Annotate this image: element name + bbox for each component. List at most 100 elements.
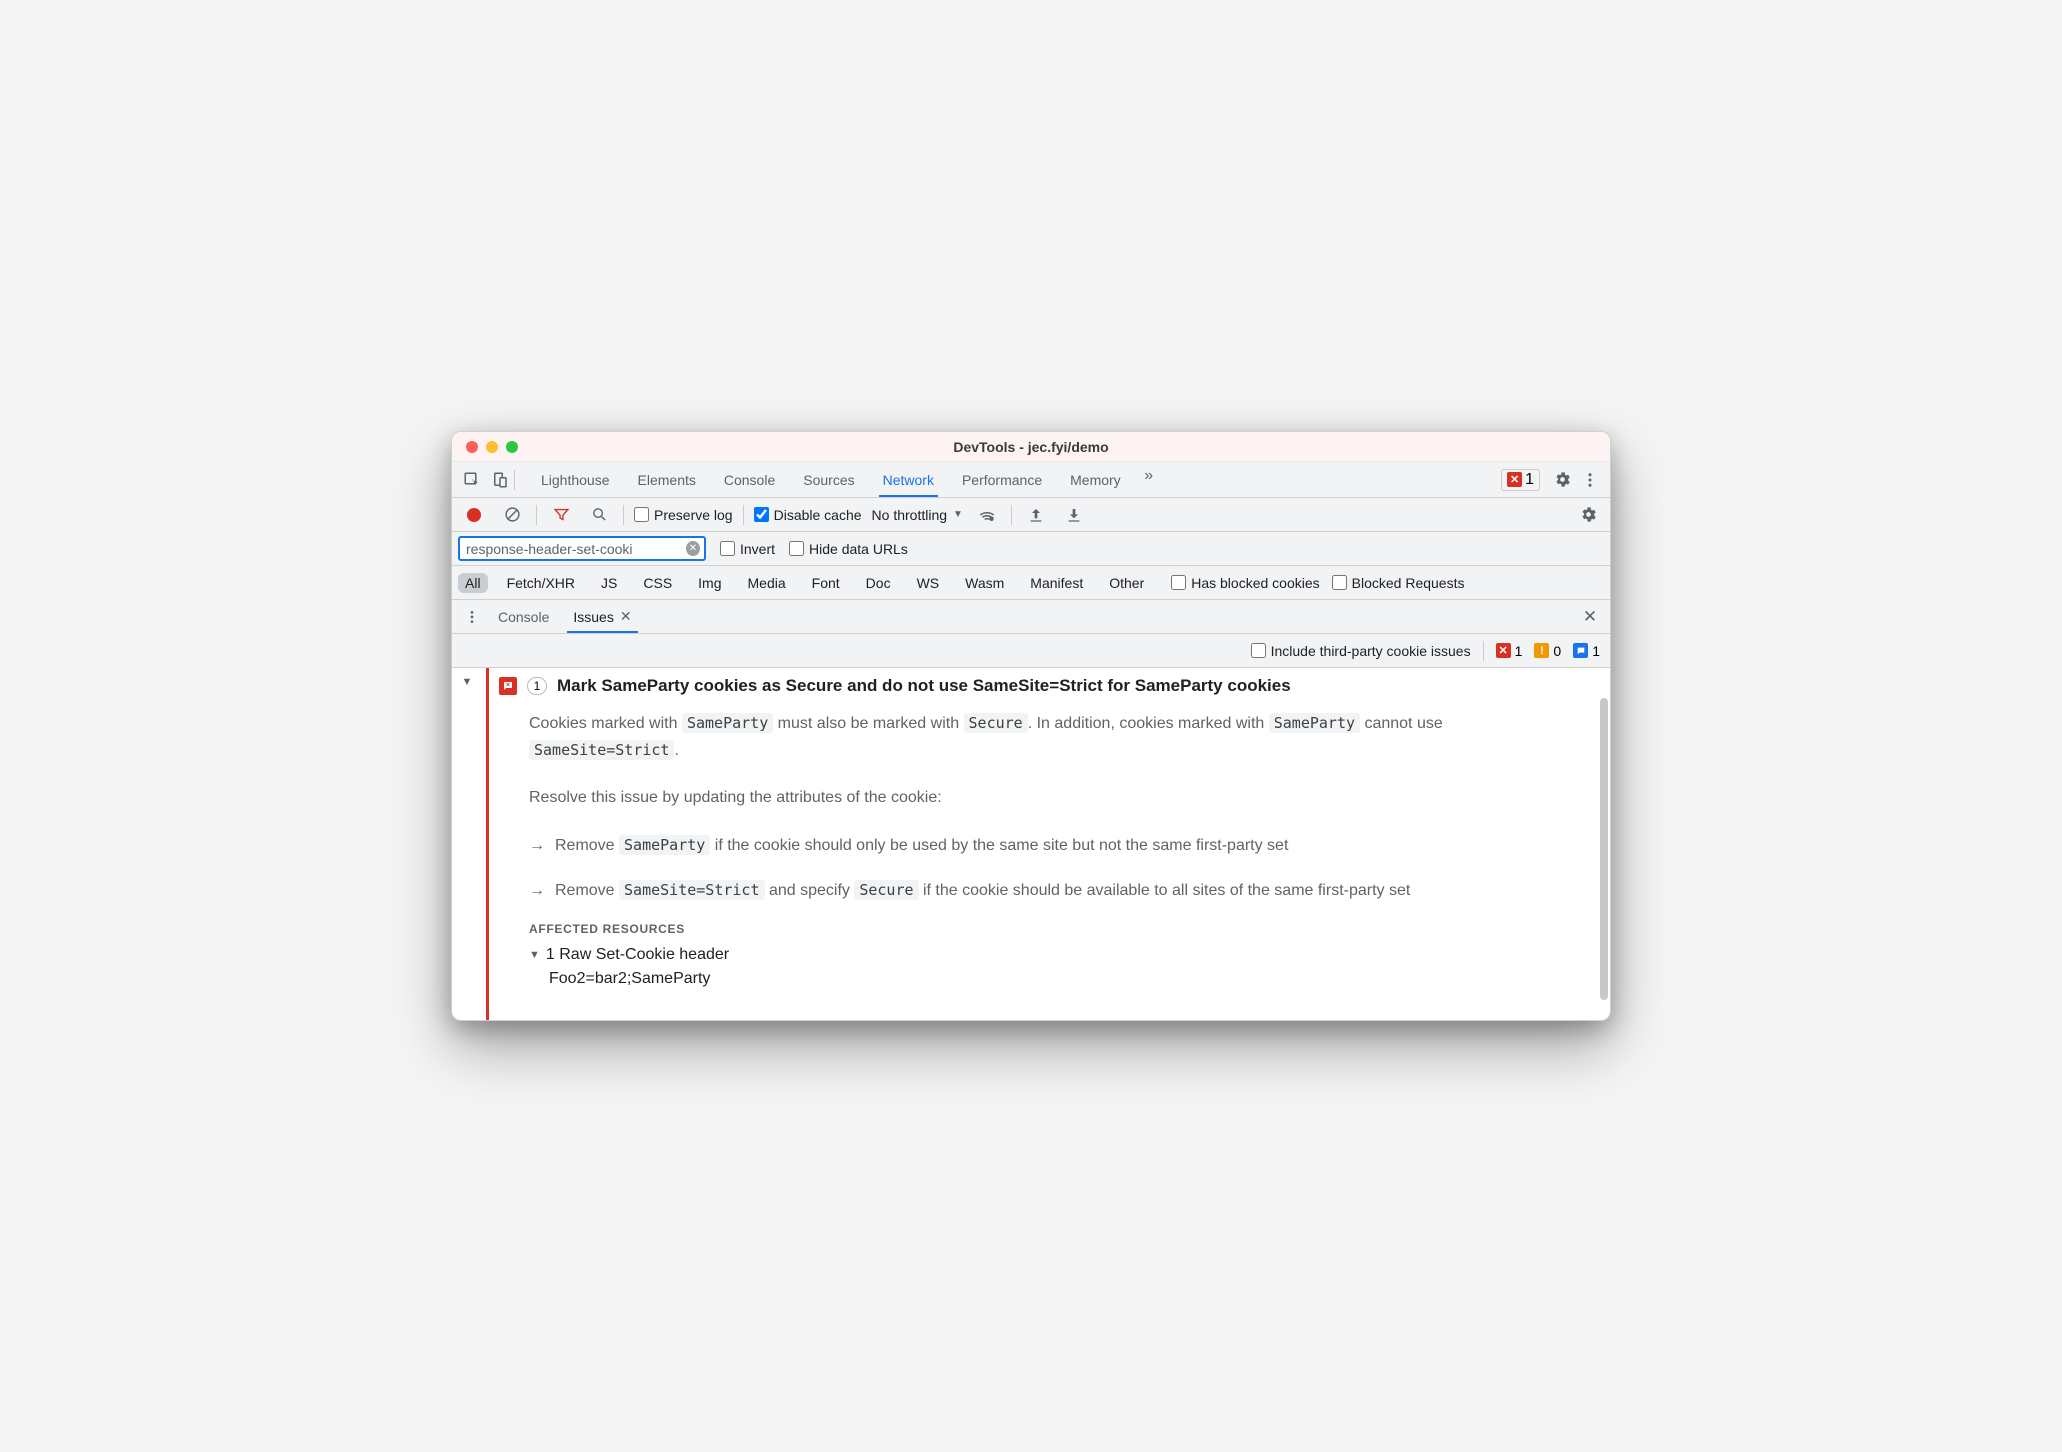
scrollbar[interactable] — [1600, 698, 1608, 1000]
issue-text: Cookies marked with — [529, 715, 682, 732]
titlebar: DevTools - jec.fyi/demo — [452, 432, 1610, 462]
tab-memory[interactable]: Memory — [1056, 462, 1135, 497]
blocked-requests-checkbox[interactable]: Blocked Requests — [1332, 575, 1465, 591]
issues-toolbar: Include third-party cookie issues ✕ 1 ! … — [452, 634, 1610, 668]
arrow-icon: → — [529, 877, 545, 904]
code-sameparty: SameParty — [682, 713, 773, 733]
hide-data-urls-checkbox[interactable]: Hide data URLs — [789, 541, 908, 557]
kebab-menu-icon[interactable] — [1576, 466, 1604, 494]
filter-chip-manifest[interactable]: Manifest — [1023, 573, 1090, 593]
invert-checkbox[interactable]: Invert — [720, 541, 775, 557]
filter-icon[interactable] — [547, 501, 575, 529]
network-settings-icon[interactable] — [1574, 501, 1602, 529]
separator — [1011, 505, 1012, 525]
filter-bar: ✕ Invert Hide data URLs — [452, 532, 1610, 566]
issue-text: and specify — [765, 882, 855, 899]
search-icon[interactable] — [585, 501, 613, 529]
disable-cache-label: Disable cache — [774, 507, 862, 523]
include-third-party-label: Include third-party cookie issues — [1271, 643, 1471, 659]
error-count-badge[interactable]: ✕ 1 — [1501, 469, 1540, 491]
code-secure: Secure — [964, 713, 1028, 733]
issue-text: if the cookie should be available to all… — [919, 882, 1411, 899]
filter-chip-other[interactable]: Other — [1102, 573, 1151, 593]
clear-filter-icon[interactable]: ✕ — [686, 541, 700, 556]
filter-chip-font[interactable]: Font — [805, 573, 847, 593]
tab-console[interactable]: Console — [710, 462, 789, 497]
upload-har-icon[interactable] — [1022, 501, 1050, 529]
close-window-button[interactable] — [466, 441, 478, 453]
issues-panel: ▼ ✕ 1 Mark SameParty cookies as Secure a… — [452, 668, 1610, 1020]
tab-elements[interactable]: Elements — [624, 462, 710, 497]
code-secure: Secure — [854, 880, 918, 900]
issue-text: must also be marked with — [773, 715, 963, 732]
affected-resource-item[interactable]: ▼ 1 Raw Set-Cookie header — [529, 946, 1586, 964]
filter-chip-media[interactable]: Media — [741, 573, 793, 593]
blocked-requests-label: Blocked Requests — [1352, 575, 1465, 591]
drawer-tab-console[interactable]: Console — [486, 600, 561, 633]
error-icon: ✕ — [1507, 472, 1522, 487]
preserve-log-checkbox[interactable]: Preserve log — [634, 507, 733, 523]
hide-data-urls-label: Hide data URLs — [809, 541, 908, 557]
issue-gutter: ▼ — [452, 668, 482, 1020]
download-har-icon[interactable] — [1060, 501, 1088, 529]
drawer-tab-bar: Console Issues ✕ ✕ — [452, 600, 1610, 634]
issue-header[interactable]: ✕ 1 Mark SameParty cookies as Secure and… — [489, 674, 1586, 710]
filter-chip-fetchxhr[interactable]: Fetch/XHR — [500, 573, 582, 593]
filter-chip-img[interactable]: Img — [691, 573, 728, 593]
record-button[interactable] — [460, 501, 488, 529]
tab-performance[interactable]: Performance — [948, 462, 1056, 497]
code-samesite-strict: SameSite=Strict — [529, 740, 674, 760]
devtools-window: DevTools - jec.fyi/demo Lighthouse Eleme… — [451, 431, 1611, 1021]
close-drawer-icon[interactable]: ✕ — [1576, 603, 1604, 631]
expand-triangle-icon[interactable]: ▼ — [462, 676, 473, 688]
separator — [743, 505, 744, 525]
issue-description: Cookies marked with SameParty must also … — [489, 710, 1586, 904]
filter-chip-js[interactable]: JS — [594, 573, 624, 593]
code-sameparty: SameParty — [1269, 713, 1360, 733]
affected-resources-heading: AFFECTED RESOURCES — [529, 922, 1586, 936]
filter-chip-ws[interactable]: WS — [910, 573, 947, 593]
has-blocked-cookies-checkbox[interactable]: Has blocked cookies — [1171, 575, 1319, 591]
include-third-party-checkbox[interactable]: Include third-party cookie issues — [1251, 643, 1471, 659]
maximize-window-button[interactable] — [506, 441, 518, 453]
filter-chip-all[interactable]: All — [458, 573, 488, 593]
separator — [536, 505, 537, 525]
disable-cache-checkbox[interactable]: Disable cache — [754, 507, 862, 523]
issues-info-count[interactable]: 1 — [1573, 643, 1600, 659]
filter-chip-doc[interactable]: Doc — [859, 573, 898, 593]
issue-text: . — [674, 742, 678, 759]
issue-title: Mark SameParty cookies as Secure and do … — [557, 676, 1291, 696]
throttling-select[interactable]: No throttling ▼ — [872, 507, 963, 523]
inspect-element-icon[interactable] — [458, 466, 486, 494]
more-tabs-icon[interactable]: » — [1135, 462, 1163, 490]
separator — [514, 470, 515, 490]
tab-lighthouse[interactable]: Lighthouse — [527, 462, 624, 497]
warn-count-value: 0 — [1553, 643, 1561, 659]
issue-text: if the cookie should only be used by the… — [710, 837, 1288, 854]
minimize-window-button[interactable] — [486, 441, 498, 453]
tab-sources[interactable]: Sources — [789, 462, 868, 497]
filter-input[interactable] — [466, 541, 686, 557]
issue-text: Remove — [555, 882, 619, 899]
close-tab-icon[interactable]: ✕ — [620, 608, 632, 625]
device-toolbar-icon[interactable] — [486, 466, 514, 494]
network-conditions-icon[interactable] — [973, 501, 1001, 529]
has-blocked-cookies-label: Has blocked cookies — [1191, 575, 1319, 591]
issues-error-count[interactable]: ✕ 1 — [1496, 643, 1523, 659]
filter-input-wrap: ✕ — [458, 536, 706, 561]
tab-network[interactable]: Network — [869, 462, 948, 497]
issues-warning-count[interactable]: ! 0 — [1534, 643, 1561, 659]
filter-chip-css[interactable]: CSS — [636, 573, 679, 593]
main-toolbar: Lighthouse Elements Console Sources Netw… — [452, 462, 1610, 498]
filter-chip-wasm[interactable]: Wasm — [958, 573, 1011, 593]
window-title: DevTools - jec.fyi/demo — [452, 439, 1610, 455]
separator — [1483, 641, 1484, 661]
drawer-kebab-icon[interactable] — [458, 603, 486, 631]
drawer-tab-issues-label: Issues — [573, 609, 613, 625]
drawer-tab-issues[interactable]: Issues ✕ — [561, 600, 643, 633]
affected-resource-value: Foo2=bar2;SameParty — [549, 964, 1586, 1000]
clear-icon[interactable] — [498, 501, 526, 529]
settings-icon[interactable] — [1548, 466, 1576, 494]
issue-error-icon: ✕ — [499, 677, 517, 695]
network-toolbar: Preserve log Disable cache No throttling… — [452, 498, 1610, 532]
